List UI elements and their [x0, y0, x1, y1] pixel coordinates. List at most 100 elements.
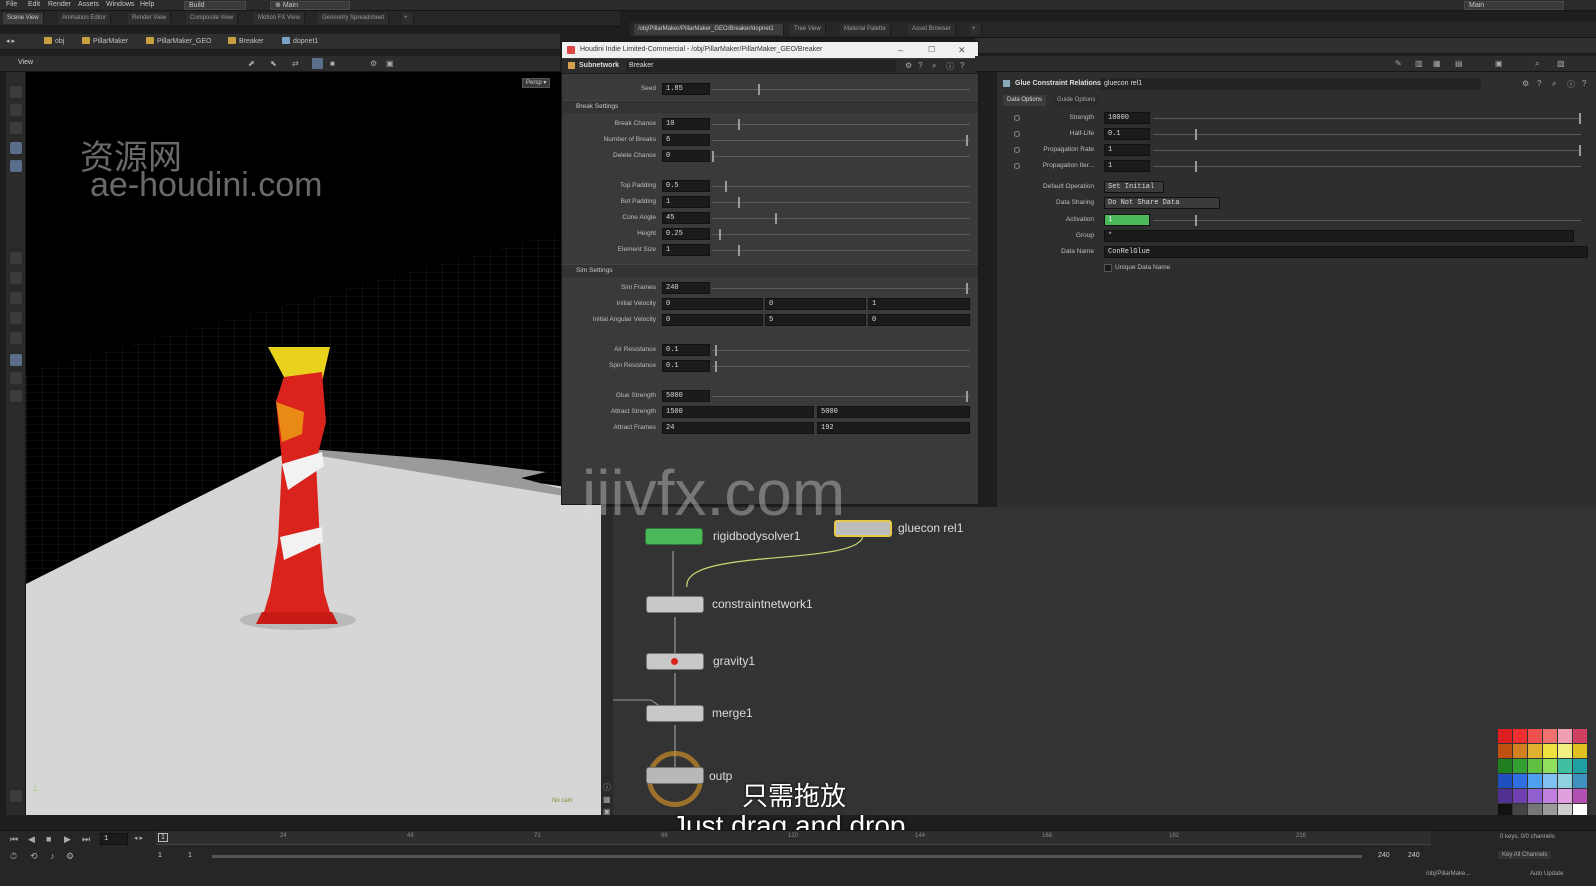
slider[interactable] [712, 202, 970, 203]
crumb-pillarmaker-geo[interactable]: PillarMaker_GEO [146, 37, 211, 45]
slider-knob[interactable] [966, 283, 968, 294]
grid-icon[interactable] [10, 272, 22, 284]
grid-icon[interactable]: ▦ [603, 795, 611, 804]
tab-animation-editor[interactable]: Animation Editor [58, 13, 112, 24]
crumb-pillarmaker[interactable]: PillarMaker [82, 37, 128, 45]
slider-knob[interactable] [1579, 145, 1581, 156]
spin-resistance-field[interactable]: 0.1 [662, 360, 710, 372]
seed-field[interactable]: 1.85 [662, 83, 710, 95]
loop-icon[interactable]: ⟲ [30, 851, 38, 862]
initial-velocity-y[interactable]: 0 [765, 298, 866, 310]
playhead-frame[interactable]: 1 [158, 833, 168, 842]
break-chance-field[interactable]: 10 [662, 118, 710, 130]
slider-knob[interactable] [1195, 129, 1197, 140]
key-icon[interactable] [1014, 115, 1020, 121]
right-node-name-field[interactable]: gluecon rel1 [1101, 78, 1481, 90]
pose-icon[interactable] [10, 142, 22, 154]
workspace-dropdown[interactable]: ⊕ Main [270, 1, 350, 10]
slider-knob[interactable] [725, 181, 727, 192]
range-start-2[interactable]: 1 [188, 852, 192, 859]
angular-velocity-y[interactable]: 5 [765, 314, 866, 326]
slider[interactable] [712, 288, 970, 289]
slider[interactable] [712, 124, 970, 125]
slider-knob[interactable] [1195, 161, 1197, 172]
split-icon[interactable]: ▧ [1557, 59, 1565, 68]
tab-composite-view[interactable]: Composite View [186, 13, 239, 24]
realtime-icon[interactable]: ⏱ [10, 851, 17, 862]
angular-velocity-z[interactable]: 0 [868, 314, 970, 326]
key-icon[interactable] [1014, 163, 1020, 169]
slider-knob[interactable] [738, 245, 740, 256]
add-tab-icon[interactable]: + [402, 13, 414, 24]
display-options-icon[interactable] [10, 354, 22, 366]
range-end[interactable]: 240 [1378, 852, 1390, 859]
propagation-rate-field[interactable]: 1 [1104, 144, 1150, 156]
info-icon[interactable]: ⓘ [1567, 79, 1575, 90]
slider-knob[interactable] [966, 135, 968, 146]
network-editor[interactable]: rigidbodysolver1 gluecon rel1 constraint… [611, 507, 1596, 815]
menu-assets[interactable]: Assets [78, 1, 99, 8]
range-start[interactable]: 1 [158, 852, 162, 859]
tab-scene-view[interactable]: Scene View [3, 13, 44, 24]
select-icon[interactable] [10, 86, 22, 98]
brush-icon[interactable] [10, 122, 22, 134]
light-icon[interactable] [10, 390, 22, 402]
seed-slider-knob[interactable] [758, 84, 760, 95]
unique-data-name-checkbox[interactable] [1104, 264, 1112, 272]
seed-slider[interactable] [712, 89, 970, 90]
perspective-menu[interactable]: Persp ▾ [522, 78, 551, 88]
slider-knob[interactable] [715, 361, 717, 372]
air-resistance-field[interactable]: 0.1 [662, 344, 710, 356]
angular-velocity-x[interactable]: 0 [662, 314, 763, 326]
slider[interactable] [712, 140, 970, 141]
cone-angle-field[interactable]: 45 [662, 212, 710, 224]
select-tool-icon[interactable]: ⬈ [248, 59, 255, 68]
current-frame-field[interactable]: 1 [100, 833, 128, 845]
menu-file[interactable]: File [6, 1, 17, 8]
view-menu[interactable]: View [18, 59, 33, 66]
group-field[interactable]: * [1104, 230, 1574, 242]
node-rigidbodysolver1[interactable] [645, 528, 703, 545]
node-gluecon-rel1[interactable] [834, 520, 892, 537]
panel-icon[interactable]: ▣ [1495, 59, 1503, 68]
activation-field[interactable]: 1 [1104, 214, 1150, 226]
initial-velocity-x[interactable]: 0 [662, 298, 763, 310]
data-name-field[interactable]: ConRelGlue [1104, 246, 1588, 258]
tab-tree-view[interactable]: Tree View [790, 24, 826, 35]
slider-knob[interactable] [719, 229, 721, 240]
slider-knob[interactable] [966, 391, 968, 402]
glue-strength-field[interactable]: 5000 [662, 390, 710, 402]
sim-settings-header[interactable]: Sim Settings [562, 264, 978, 277]
slider-knob[interactable] [1579, 113, 1581, 124]
lasso-icon[interactable] [10, 104, 22, 116]
tab-data-options[interactable]: Data Options [1003, 95, 1047, 106]
ghost-icon[interactable] [10, 372, 22, 384]
stop-icon[interactable]: ■ [46, 834, 51, 844]
info-icon[interactable]: ⓘ [946, 61, 954, 72]
slider[interactable] [1153, 220, 1581, 221]
break-settings-header[interactable]: Break Settings [562, 100, 978, 113]
range-slider[interactable] [212, 855, 1362, 858]
slider-knob[interactable] [738, 119, 740, 130]
magnet-icon[interactable] [10, 332, 22, 344]
slider[interactable] [1153, 134, 1581, 135]
slider-knob[interactable] [715, 345, 717, 356]
initial-velocity-z[interactable]: 1 [868, 298, 970, 310]
desktop-dropdown[interactable]: Build [184, 1, 246, 10]
node-merge1[interactable] [646, 705, 704, 722]
menu-edit[interactable]: Edit [28, 1, 40, 8]
right-desktop-dropdown[interactable]: Main [1464, 1, 1564, 10]
tab-material-palette[interactable]: Material Palette [840, 24, 891, 35]
window-titlebar[interactable]: Houdini Indie Limited-Commercial - /obj/… [562, 42, 978, 58]
slider-knob[interactable] [738, 197, 740, 208]
render-icon[interactable]: ▣ [386, 59, 394, 68]
help-icon[interactable]: ? [918, 61, 922, 70]
jump-end-icon[interactable]: ⏭ [82, 834, 90, 845]
data-sharing-dropdown[interactable]: Do Not Share Data [1104, 197, 1220, 209]
crumb-obj[interactable]: obj [44, 37, 64, 45]
bot-padding-field[interactable]: 1 [662, 196, 710, 208]
list-view-icon[interactable]: ▤ [1455, 59, 1463, 68]
curve-snap-icon[interactable] [10, 312, 22, 324]
question-icon[interactable]: ? [960, 61, 964, 70]
jump-start-icon[interactable]: ⏮ [10, 834, 18, 845]
